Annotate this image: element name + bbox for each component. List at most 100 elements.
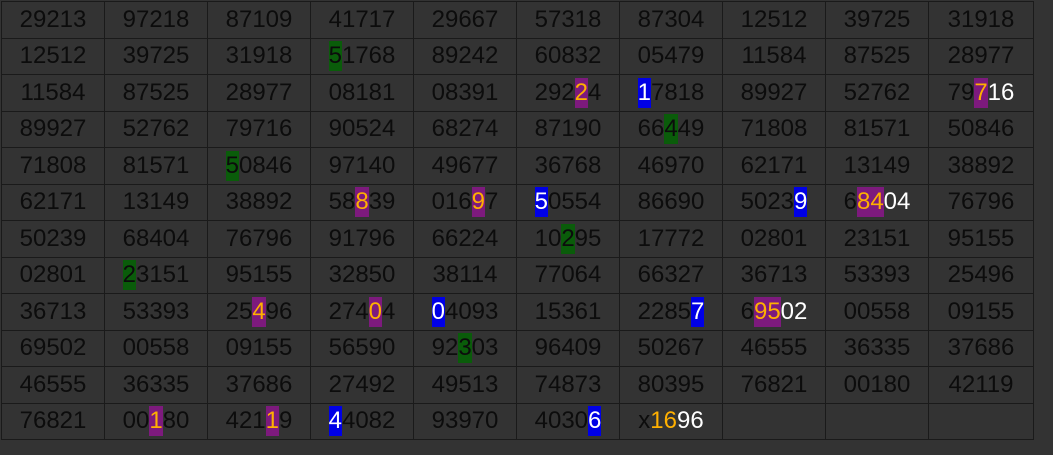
grid-cell: 49677 [413,147,517,185]
digit-text: 7818 [650,78,705,106]
digit-text: 95155 [947,224,1015,252]
grid-cell: 50846 [207,147,311,185]
grid-cell: 28977 [928,37,1034,75]
grid-cell: 92303 [413,329,517,367]
grid-cell: 29667 [413,1,517,39]
grid-cell: 28977 [207,74,311,112]
grid-cell: 12512 [1,37,105,75]
digit-text: 31918 [225,42,293,70]
grid-cell: 00180 [825,366,929,404]
digit-text: 46555 [19,370,87,398]
highlighted-digit: 16 [650,407,677,435]
digit-text: 52762 [122,115,190,143]
grid-cell: 50846 [928,110,1034,148]
digit-text: 28977 [225,78,293,106]
grid-cell: 76821 [1,402,105,440]
grid-row: 76821 00180 42119 44082 93970 40306 x1696 [1,402,1034,440]
digit-text: 03 [471,334,499,362]
grid-cell: 69502 [1,329,105,367]
highlighted-digit: 2 [574,77,589,108]
digit-text: 00558 [843,297,911,325]
grid-cell: 89242 [413,37,517,75]
grid-cell: 17772 [619,220,723,258]
highlighted-digit: 5 [534,187,548,218]
digit-text: 17772 [637,224,705,252]
digit-text: 71808 [19,151,87,179]
digit-text: 77064 [534,261,602,289]
digit-text: 29213 [19,5,87,33]
digit-text: 53393 [843,261,911,289]
digit-text: 50239 [19,224,87,252]
digit-text: 95 [574,224,602,252]
digit-text: 2285 [637,297,692,325]
highlighted-digit: 02 [780,297,808,325]
grid-cell: 66449 [619,110,723,148]
digit-text: 36713 [740,261,808,289]
grid-cell: 50267 [619,329,723,367]
highlighted-digit: 8 [355,187,369,218]
digit-text: 91796 [328,224,396,252]
digit-text: 23151 [843,224,911,252]
digit-text: 95155 [225,261,293,289]
highlighted-digit: 96 [677,407,704,435]
digit-text: 87190 [534,115,602,143]
digit-text: 37686 [225,370,293,398]
grid-cell: 81571 [825,110,929,148]
digit-text: 46555 [740,334,808,362]
grid-cell: 12512 [722,1,826,39]
digit-text: 49677 [431,151,499,179]
highlighted-digit: 7 [974,77,988,108]
highlighted-digit: 2 [122,260,136,291]
digit-text: 96 [265,297,293,325]
grid-cell: 05479 [619,37,723,75]
digit-text: 36335 [122,370,190,398]
digit-text: 05479 [637,42,705,70]
highlighted-digit: 4 [664,114,678,145]
digit-text: 76821 [740,370,808,398]
grid-cell: 36713 [722,256,826,294]
digit-text: 13149 [122,188,190,216]
digit-text: 11584 [741,42,807,70]
grid-row: 36713 53393 25496 27404 04093 15361 22857 69502… [1,293,1034,331]
digit-text: 02801 [19,261,87,289]
digit-text: 69502 [19,334,87,362]
highlighted-digit: 3 [458,333,472,364]
grid-cell: 69502 [722,293,826,331]
grid-cell: 51768 [310,37,414,75]
digit-text: 50267 [637,334,705,362]
digit-text: 09155 [225,334,293,362]
grid-cell: 15361 [516,293,620,331]
digit-text: 46970 [637,151,705,179]
grid-cell: 87525 [104,74,208,112]
grid-cell: 86690 [619,183,723,221]
highlighted-digit: 84 [856,187,884,218]
digit-text: 87109 [225,5,293,33]
grid-cell [928,402,1034,440]
highlighted-digit: 5 [328,41,342,72]
digit-text: 12512 [19,42,87,70]
grid-cell: 79716 [928,74,1034,112]
digit-text: 62171 [740,151,808,179]
digit-text: 3151 [135,261,190,289]
digit-text: 38114 [432,261,498,289]
grid-cell: 29224 [516,74,620,112]
digit-text: 4093 [444,297,499,325]
grid-cell: 76796 [207,220,311,258]
digit-text: 87525 [122,78,190,106]
digit-text: 421 [225,407,266,435]
grid-cell: 36335 [825,329,929,367]
digit-text: 5023 [740,188,795,216]
highlighted-digit: 0 [368,296,383,327]
grid-cell: 56590 [310,329,414,367]
grid-cell: 53393 [825,256,929,294]
digit-text: 6 [843,188,857,216]
highlighted-digit: 9 [794,187,808,218]
grid-cell: 90524 [310,110,414,148]
digit-text: 1768 [341,42,396,70]
grid-row: 12512 39725 31918 51768 89242 60832 05479 11584… [1,37,1034,75]
grid-cell: 36768 [516,147,620,185]
grid-cell: 02801 [722,220,826,258]
grid-cell: 08181 [310,74,414,112]
digit-text: 96409 [534,334,602,362]
digit-text: 28977 [947,42,1015,70]
